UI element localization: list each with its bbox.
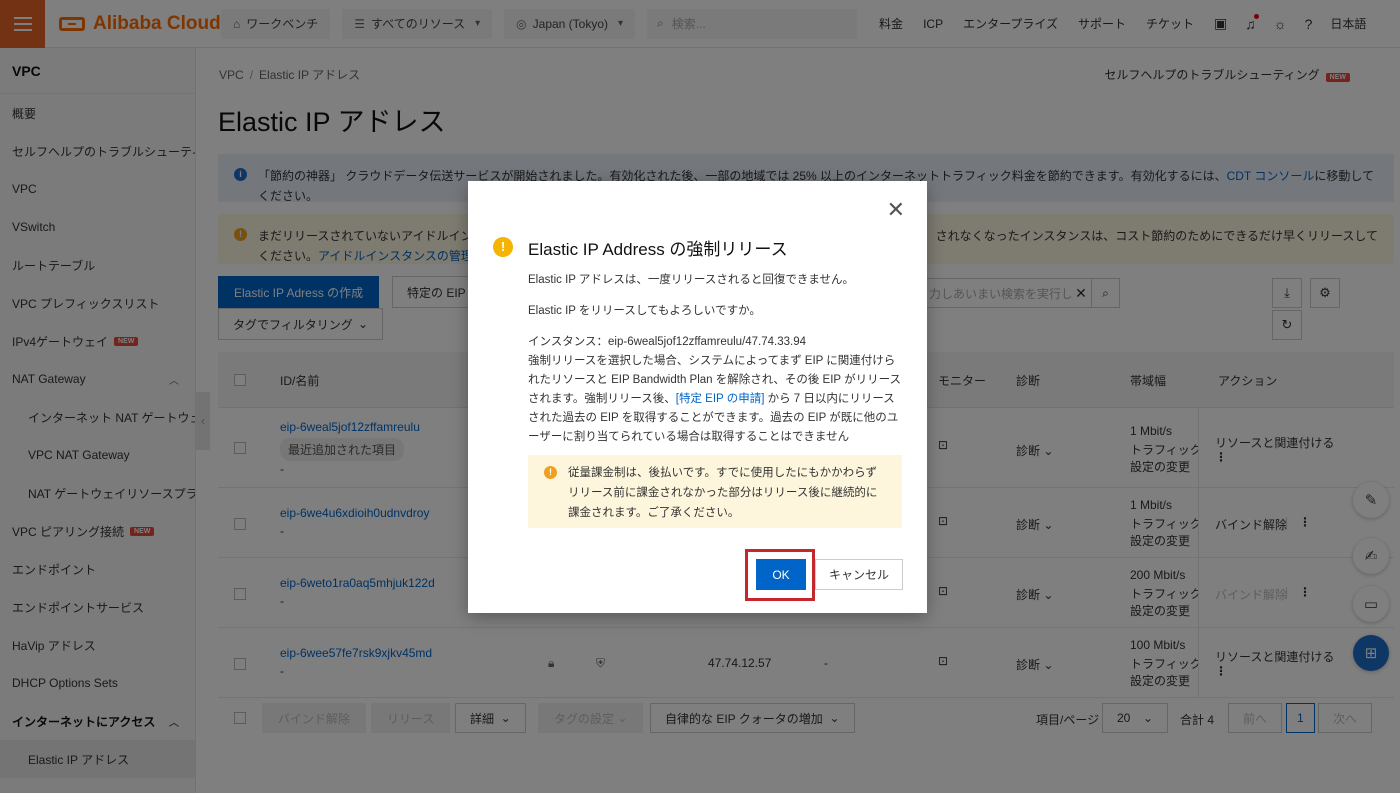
dialog-body: Elastic IP アドレスは、一度リリースされると回復できません。 Elas…	[528, 271, 904, 447]
dialog-description: 強制リリースを選択した場合、システムによってまず EIP に関連付けられたリソー…	[528, 352, 904, 447]
cancel-button[interactable]: キャンセル	[815, 559, 903, 590]
warning-icon: !	[544, 466, 557, 479]
dialog-irreversible-text: Elastic IP アドレスは、一度リリースされると回復できません。	[528, 274, 854, 286]
force-release-dialog: ✕ ! Elastic IP Address の強制リリース Elastic I…	[468, 181, 927, 613]
billing-note: ! 従量課金制は、後払いです。すでに使用したにもかかわらずリリース前に課金されな…	[528, 455, 902, 528]
billing-note-text: 従量課金制は、後払いです。すでに使用したにもかかわらずリリース前に課金されなかっ…	[568, 467, 878, 519]
warning-icon: !	[493, 237, 513, 257]
close-icon[interactable]: ✕	[887, 199, 905, 221]
dialog-instance-info: インスタンス：eip-6weal5jof12zffamreulu/47.74.3…	[528, 336, 807, 348]
dialog-confirm-question: Elastic IP をリリースしてもよろしいですか。	[528, 305, 761, 317]
ok-button[interactable]: OK	[756, 559, 806, 590]
apply-specific-eip-link[interactable]: [特定 EIP の申請]	[676, 393, 765, 405]
dialog-title: Elastic IP Address の強制リリース	[528, 240, 788, 259]
